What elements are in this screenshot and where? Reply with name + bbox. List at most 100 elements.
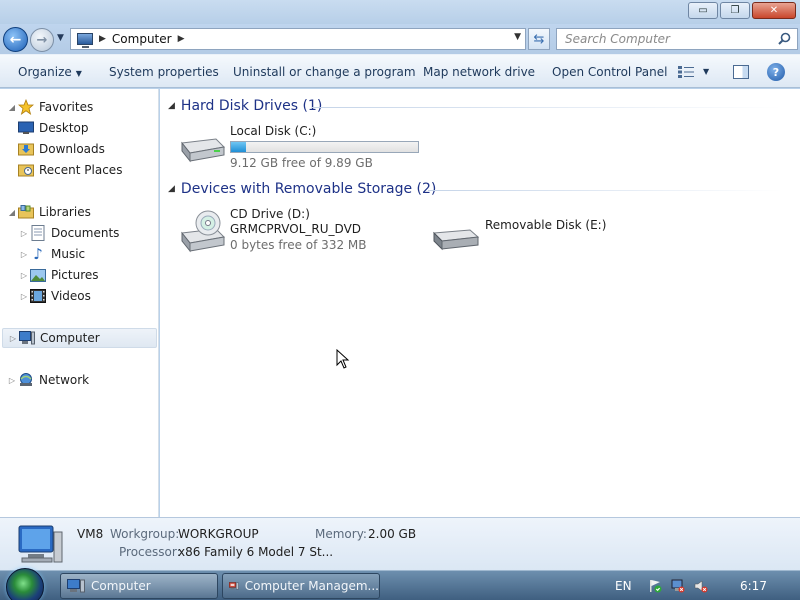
change-view-icon[interactable]: [678, 66, 694, 78]
action-center-flag-icon[interactable]: [648, 579, 662, 593]
nav-music[interactable]: ▷ ♪ Music: [18, 244, 85, 264]
libraries-icon: [18, 204, 34, 220]
uninstall-program-button[interactable]: Uninstall or change a program: [233, 65, 416, 79]
taskbar-item-computer[interactable]: Computer: [60, 573, 218, 599]
hard-drive-icon: [181, 138, 226, 163]
address-dropdown-icon[interactable]: ▼: [514, 32, 521, 42]
taskbar-item-computer-management[interactable]: Computer Managem...: [222, 573, 380, 599]
drive-name: Local Disk (C:): [230, 124, 317, 138]
collapsed-arrow-icon[interactable]: ▷: [18, 292, 30, 301]
nav-videos[interactable]: ▷ Videos: [18, 286, 91, 306]
nav-favorites[interactable]: ◢ Favorites: [6, 97, 93, 117]
drive-cd-d[interactable]: CD Drive (D:) GRMCPRVOL_RU_DVD 0 bytes f…: [176, 206, 416, 256]
collapsed-arrow-icon[interactable]: ▷: [6, 376, 18, 385]
view-options-dropdown-icon[interactable]: ▼: [703, 67, 709, 76]
search-box[interactable]: [556, 28, 798, 50]
nav-recent-places[interactable]: Recent Places: [18, 160, 122, 180]
recent-pages-dropdown[interactable]: ▼: [57, 33, 64, 43]
capacity-bar-fill: [231, 142, 246, 152]
expand-arrow-icon[interactable]: ◢: [6, 103, 18, 112]
nav-documents-label: Documents: [51, 226, 120, 240]
content-pane: ◢ Hard Disk Drives (1) Local Disk (C:) 9…: [160, 89, 800, 517]
collapse-arrow-icon[interactable]: ◢: [168, 184, 175, 194]
forward-button[interactable]: →: [30, 28, 54, 52]
workgroup-label: Workgroup:: [110, 527, 180, 541]
star-icon: [18, 99, 34, 115]
collapsed-arrow-icon[interactable]: ▷: [18, 271, 30, 280]
expand-arrow-icon[interactable]: ◢: [6, 208, 18, 217]
computer-name: VM8: [77, 527, 104, 541]
nav-recent-places-label: Recent Places: [39, 163, 123, 177]
group-header-hard-disk-drives[interactable]: ◢ Hard Disk Drives (1): [168, 98, 322, 114]
nav-desktop-label: Desktop: [39, 121, 89, 135]
start-button[interactable]: [6, 568, 44, 600]
taskbar-item-label: Computer Managem...: [244, 579, 379, 593]
nav-documents[interactable]: ▷ Documents: [18, 223, 119, 243]
search-input[interactable]: [557, 29, 767, 49]
removable-disk-icon: [432, 229, 480, 251]
open-control-panel-button[interactable]: Open Control Panel: [552, 65, 667, 79]
collapsed-arrow-icon[interactable]: ▷: [18, 250, 30, 259]
cd-drive-icon: [181, 210, 226, 253]
back-arrow-icon: ←: [9, 31, 22, 48]
group-divider: [312, 107, 782, 108]
processor-label: Processor:: [119, 545, 181, 559]
capacity-bar: [230, 141, 419, 153]
collapse-arrow-icon[interactable]: ◢: [168, 101, 175, 111]
breadcrumb-computer[interactable]: Computer: [112, 32, 172, 46]
chevron-down-icon: ▼: [75, 69, 82, 78]
computer-icon: [19, 330, 35, 346]
command-bar: Organize ▼ System properties Uninstall or…: [0, 54, 800, 88]
clock[interactable]: 6:17: [740, 579, 767, 593]
group-title-hard-disk-drives: Hard Disk Drives (1): [180, 98, 323, 114]
nav-desktop[interactable]: Desktop: [18, 118, 89, 138]
pictures-icon: [30, 267, 46, 283]
breadcrumb-chevron-icon[interactable]: ▶: [178, 34, 185, 44]
search-icon[interactable]: [778, 32, 791, 45]
nav-pictures[interactable]: ▷ Pictures: [18, 265, 99, 285]
details-pane: VM8 Workgroup: WORKGROUP Memory: 2.00 GB…: [0, 517, 800, 570]
network-status-icon[interactable]: [671, 579, 685, 593]
nav-network-label: Network: [39, 373, 90, 387]
nav-downloads[interactable]: Downloads: [18, 139, 105, 159]
minimize-button[interactable]: ▭: [688, 2, 718, 19]
back-button[interactable]: ←: [3, 27, 28, 52]
group-header-removable-storage[interactable]: ◢ Devices with Removable Storage (2): [168, 181, 436, 197]
close-button[interactable]: ✕: [752, 2, 796, 19]
nav-pictures-label: Pictures: [51, 268, 99, 282]
preview-pane-icon[interactable]: [733, 65, 749, 79]
taskbar: Computer Computer Managem... EN 6:17: [0, 568, 800, 600]
processor-value: x86 Family 6 Model 7 St...: [178, 545, 334, 559]
mouse-cursor-icon: [336, 349, 350, 369]
nav-favorites-label: Favorites: [39, 100, 94, 114]
volume-muted-icon[interactable]: [694, 579, 708, 593]
system-properties-button[interactable]: System properties: [109, 65, 219, 79]
drive-free-space: 0 bytes free of 332 MB: [230, 238, 367, 252]
refresh-button[interactable]: ⇆: [528, 28, 550, 50]
drive-local-disk-c[interactable]: Local Disk (C:) 9.12 GB free of 9.89 GB: [176, 123, 436, 173]
nav-libraries[interactable]: ◢ Libraries: [6, 202, 91, 222]
drive-free-space: 9.12 GB free of 9.89 GB: [230, 156, 373, 170]
maximize-button[interactable]: ❐: [720, 2, 750, 19]
collapsed-arrow-icon[interactable]: ▷: [7, 334, 19, 343]
nav-computer-label: Computer: [40, 331, 100, 345]
map-network-drive-button[interactable]: Map network drive: [423, 65, 535, 79]
help-icon[interactable]: ?: [767, 63, 785, 81]
refresh-icon: ⇆: [533, 31, 545, 47]
memory-value: 2.00 GB: [368, 527, 417, 541]
collapsed-arrow-icon[interactable]: ▷: [18, 229, 30, 238]
drive-removable-e[interactable]: Removable Disk (E:): [430, 215, 630, 255]
nav-computer[interactable]: ▷ Computer: [2, 328, 157, 348]
nav-network[interactable]: ▷ Network: [6, 370, 89, 390]
computer-icon: [77, 33, 93, 48]
language-indicator[interactable]: EN: [615, 579, 632, 593]
window-controls: ▭ ❐ ✕: [688, 2, 796, 19]
computer-icon: [67, 579, 85, 593]
computer-management-icon: [229, 582, 239, 590]
drive-name: CD Drive (D:): [230, 207, 310, 221]
forward-arrow-icon: →: [36, 32, 48, 48]
address-bar[interactable]: ▶ Computer ▶ ▼: [70, 28, 526, 50]
organize-button[interactable]: Organize ▼: [18, 65, 82, 79]
taskbar-item-label: Computer: [91, 579, 151, 593]
breadcrumb-separator-icon[interactable]: ▶: [99, 34, 106, 44]
